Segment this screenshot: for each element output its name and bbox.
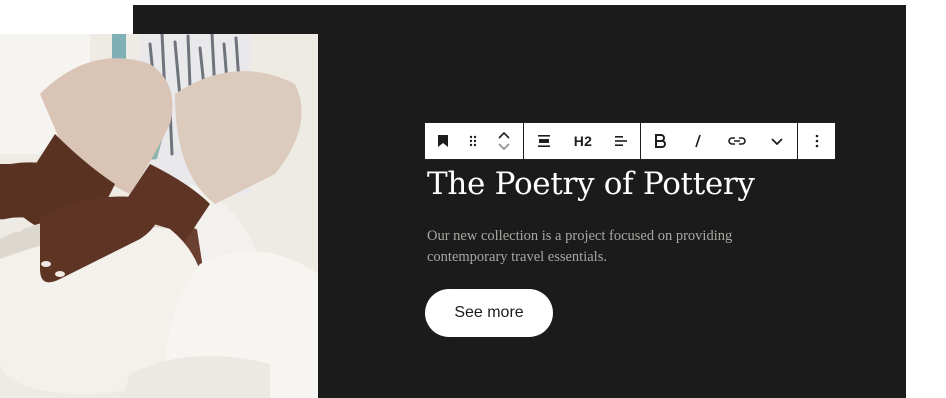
more-vertical-icon <box>815 134 819 148</box>
see-more-button[interactable]: See more <box>425 289 553 337</box>
chevron-down-icon <box>771 137 783 145</box>
text-align-button[interactable] <box>602 123 640 159</box>
more-formats-button[interactable] <box>757 123 797 159</box>
options-button[interactable] <box>798 123 835 159</box>
toolbar-group-options <box>798 123 835 159</box>
block-toolbar: H2 <box>424 122 836 160</box>
align-button[interactable] <box>524 123 564 159</box>
hero-heading[interactable]: The Poetry of Pottery <box>427 166 755 202</box>
italic-button[interactable] <box>679 123 717 159</box>
block-type-button[interactable] <box>425 123 461 159</box>
bold-button[interactable] <box>641 123 679 159</box>
pottery-photo <box>0 34 318 398</box>
heading-level-button[interactable]: H2 <box>564 123 602 159</box>
heading-level-label: H2 <box>573 133 593 149</box>
align-icon <box>537 134 551 148</box>
text-align-icon <box>614 134 628 148</box>
bold-icon <box>654 134 666 148</box>
chevron-up-icon[interactable] <box>498 132 510 139</box>
drag-handle-icon <box>469 135 477 147</box>
bookmark-icon <box>437 134 449 148</box>
toolbar-group-heading: H2 <box>524 123 641 159</box>
hero-description: Our new collection is a project focused … <box>427 228 733 265</box>
link-icon <box>728 136 746 146</box>
move-block-buttons <box>485 123 523 159</box>
chevron-down-icon[interactable] <box>498 143 510 150</box>
drag-handle-button[interactable] <box>461 123 485 159</box>
link-button[interactable] <box>717 123 757 159</box>
toolbar-group-format <box>641 123 798 159</box>
toolbar-group-block <box>425 123 524 159</box>
italic-icon <box>693 134 703 148</box>
